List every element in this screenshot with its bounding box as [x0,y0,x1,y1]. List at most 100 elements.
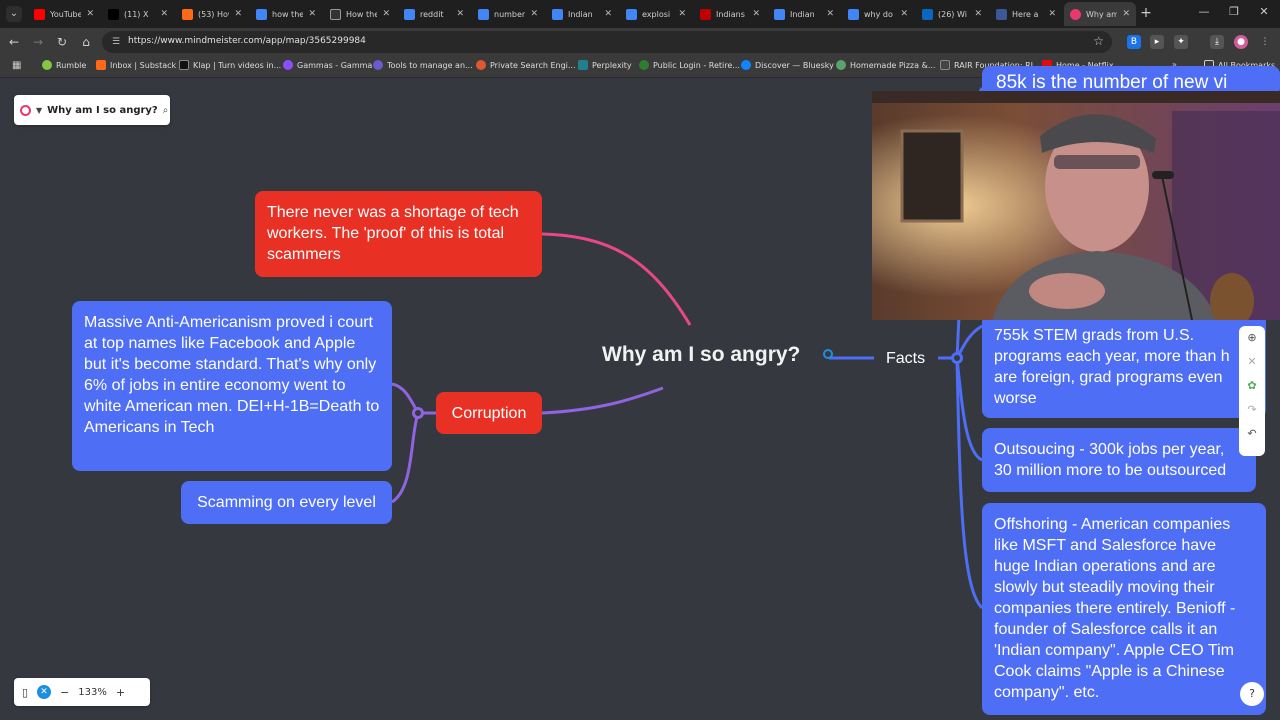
facts-collapse-knob[interactable] [951,352,963,364]
address-bar[interactable]: ☰ https://www.mindmeister.com/app/map/35… [102,31,1112,53]
close-tab-icon[interactable]: ✕ [234,9,242,19]
map-title-bar[interactable]: ▼ Why am I so angry? ⌕ [14,95,170,125]
doc-favicon-icon [996,8,1007,20]
bookmark-item[interactable]: Private Search Engi... [476,60,576,70]
minimize-icon[interactable]: — [1195,5,1213,18]
site-info-icon[interactable]: ☰ [110,36,122,48]
node-shortage[interactable]: There never was a shortage of tech worke… [255,191,542,277]
bookmark-item[interactable]: Gammas - Gamma [283,60,372,70]
close-tab-icon[interactable]: ✕ [1048,9,1056,19]
close-tab-icon[interactable]: ✕ [678,9,686,19]
browser-tab[interactable]: why do ✕ [842,2,914,26]
browser-tab[interactable]: (26) Wi ✕ [916,2,988,26]
close-tab-icon[interactable]: ✕ [1122,9,1130,19]
bluesky-icon [741,60,751,70]
close-tab-icon[interactable]: ✕ [160,9,168,19]
search-icon[interactable]: ⌕ [163,105,169,116]
close-tab-icon[interactable]: ✕ [530,9,538,19]
close-tab-icon[interactable]: ✕ [974,9,982,19]
retirement-icon [639,60,649,70]
bookmark-item[interactable]: Homemade Pizza &... [836,60,935,70]
extension-icon[interactable]: ▸ [1150,35,1164,49]
forward-arrow-icon[interactable]: → [30,34,46,50]
browser-tab[interactable]: Indian ✕ [546,2,618,26]
close-tab-icon[interactable]: ✕ [900,9,908,19]
browser-tab[interactable]: how the ✕ [250,2,322,26]
close-window-icon[interactable]: ✕ [1255,5,1273,18]
profile-avatar[interactable]: ● [1234,35,1248,49]
browser-tab[interactable]: (11) X ✕ [102,2,174,26]
extensions-puzzle-icon[interactable]: ✦ [1174,35,1188,49]
mindmeister-favicon-icon [1070,8,1081,20]
node-offshoring[interactable]: Offshoring - American companies like MSF… [982,503,1266,715]
node-scamming[interactable]: Scamming on every level [181,481,392,524]
browser-tab[interactable]: (53) How✕ [176,2,248,26]
map-title[interactable]: Why am I so angry? [47,105,158,116]
tab-search-chevron-icon[interactable]: ⌄ [6,6,22,22]
zoom-out-button[interactable]: − [60,686,69,699]
apps-grid-icon[interactable]: ▦ [12,60,21,71]
style-icon[interactable]: ✿ [1239,374,1265,398]
node-outsourcing[interactable]: Outsoucing - 300k jobs per year, 30 mill… [982,428,1256,492]
bookmark-item[interactable]: Klap | Turn videos in... [179,60,281,70]
browser-tab[interactable]: YouTube ✕ [28,2,100,26]
bookmark-item[interactable]: Discover — Bluesky [741,60,834,70]
redo-icon[interactable]: ↷ [1239,398,1265,422]
node-stem-grads[interactable]: 755k STEM grads from U.S. programs each … [982,314,1266,418]
restore-icon[interactable]: ❐ [1225,5,1243,18]
home-icon[interactable]: ⌂ [78,34,94,50]
chevron-down-icon[interactable]: ▼ [36,106,42,115]
back-arrow-icon[interactable]: ← [6,34,22,50]
close-tab-icon[interactable]: ✕ [752,9,760,19]
close-tab-icon[interactable]: ✕ [308,9,316,19]
klap-icon [179,60,189,70]
extension-icon[interactable]: B [1127,35,1141,49]
bookmark-item[interactable]: Rumble [42,60,86,70]
download-icon[interactable]: ⤓ [1210,35,1224,49]
google-favicon-icon [626,8,637,20]
reload-icon[interactable]: ↻ [54,34,70,50]
node-corruption[interactable]: Corruption [436,392,542,434]
link-center-shortage [541,232,692,326]
bookmark-item[interactable]: Public Login - Retire... [639,60,740,70]
node-anti-americanism[interactable]: Massive Anti-Americanism proved i court … [72,301,392,471]
close-tab-icon[interactable]: ✕ [456,9,464,19]
bookmark-item[interactable]: Tools to manage an... [373,60,473,70]
close-tab-icon[interactable]: ✕ [86,9,94,19]
browser-tab[interactable]: reddit ✕ [398,2,470,26]
mindmap-canvas[interactable]: ▼ Why am I so angry? ⌕ There never was a… [0,66,1280,720]
link-facts-outsourcing [955,357,983,462]
central-topic[interactable]: Why am I so angry? [602,344,822,372]
delete-node-icon[interactable]: ✕ [1239,350,1265,374]
browser-tab[interactable]: number ✕ [472,2,544,26]
browser-tab-active[interactable]: Why am ✕ [1064,2,1136,26]
link-corruption-scamming [391,412,420,504]
url-text[interactable]: https://www.mindmeister.com/app/map/3565… [128,36,366,46]
undo-icon[interactable]: ↶ [1239,422,1265,446]
help-icon[interactable]: ? [1240,682,1264,706]
add-node-icon[interactable]: ⊕ [1239,326,1265,350]
center-connector-handle[interactable] [823,349,833,359]
linkedin-favicon-icon [922,8,933,20]
node-tools-panel: ⊕ ✕ ✿ ↷ ↶ [1239,326,1265,456]
browser-tab[interactable]: Indians ✕ [694,2,766,26]
corruption-collapse-knob[interactable] [412,407,424,419]
browser-tab[interactable]: How the ✕ [324,2,396,26]
close-tab-icon[interactable]: ✕ [604,9,612,19]
zoom-in-button[interactable]: + [116,686,125,699]
browser-tab[interactable]: explosi ✕ [620,2,692,26]
webcam-overlay [872,91,1280,320]
mindmap-view-icon[interactable]: ✕ [37,685,52,699]
outline-view-icon[interactable]: ▯ [22,686,28,699]
bookmark-star-icon[interactable]: ☆ [1093,34,1104,48]
bookmark-item[interactable]: Inbox | Substack [96,60,176,70]
bookmark-item[interactable]: Perplexity [578,60,632,70]
close-tab-icon[interactable]: ✕ [826,9,834,19]
browser-menu-icon[interactable]: ⋮ [1258,35,1272,49]
browser-tab[interactable]: Indian ✕ [768,2,840,26]
node-facts[interactable]: Facts [886,348,938,370]
browser-tab[interactable]: Here a ✕ [990,2,1062,26]
close-tab-icon[interactable]: ✕ [382,9,390,19]
new-tab-plus-icon[interactable]: + [1137,5,1155,21]
mindmeister-logo-icon[interactable] [20,104,31,116]
